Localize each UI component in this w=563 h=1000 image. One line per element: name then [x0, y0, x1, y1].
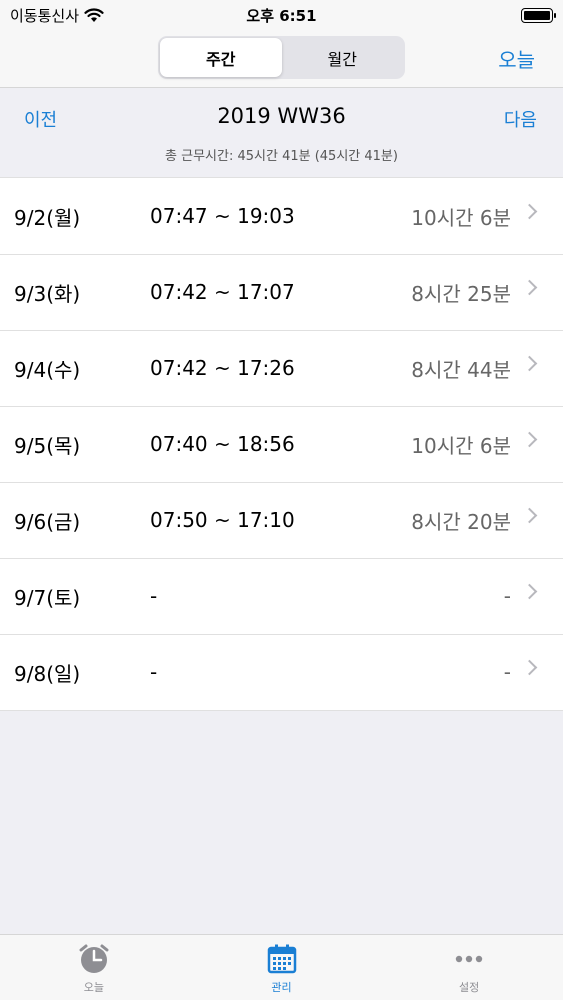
day-list: 9/2(월) 07:47 ~ 19:03 10시간 6분 9/3(화) 07:4…: [0, 177, 563, 711]
chevron-right-icon: [521, 431, 538, 448]
day-row[interactable]: 9/5(목) 07:40 ~ 18:56 10시간 6분: [0, 406, 563, 482]
navigation-header: 이동통신사 오후 6:51 주간 월간 오늘: [0, 0, 563, 88]
today-button[interactable]: 오늘: [498, 44, 535, 73]
more-dots-icon: [453, 943, 485, 975]
week-header: 이전 2019 WW36 다음 총 근무시간: 45시간 41분 (45시간 4…: [0, 88, 563, 177]
week-title: 2019 WW36: [217, 104, 346, 128]
work-duration: 8시간 20분: [411, 509, 511, 534]
chevron-right-icon: [521, 507, 538, 524]
clock-icon: [78, 943, 110, 975]
day-row[interactable]: 9/6(금) 07:50 ~ 17:10 8시간 20분: [0, 482, 563, 558]
day-label: 9/6(금): [14, 509, 81, 534]
time-range: 07:50 ~ 17:10: [150, 508, 295, 532]
week-total-hours: 총 근무시간: 45시간 41분 (45시간 41분): [165, 149, 398, 164]
day-label: 9/5(목): [14, 433, 81, 458]
day-label: 9/4(수): [14, 357, 81, 382]
time-range: 07:40 ~ 18:56: [150, 432, 295, 456]
time-range: 07:47 ~ 19:03: [150, 204, 295, 228]
tab-bar: 오늘 관리 설정: [0, 934, 563, 1000]
segment-weekly[interactable]: 주간: [160, 38, 282, 77]
tab-label: 설정: [459, 981, 480, 994]
day-row[interactable]: 9/3(화) 07:42 ~ 17:07 8시간 25분: [0, 254, 563, 330]
work-duration: 10시간 6분: [411, 205, 511, 230]
status-bar: 이동통신사 오후 6:51: [0, 0, 563, 30]
day-row[interactable]: 9/2(월) 07:47 ~ 19:03 10시간 6분: [0, 178, 563, 254]
tab-label: 관리: [271, 981, 292, 994]
work-duration: 10시간 6분: [411, 433, 511, 458]
period-segmented-control[interactable]: 주간 월간: [158, 36, 405, 79]
tab-label: 오늘: [83, 981, 104, 994]
time-range: -: [150, 660, 158, 684]
battery-icon: [521, 8, 556, 23]
chevron-right-icon: [521, 203, 538, 220]
tab-settings[interactable]: 설정: [375, 935, 563, 1000]
day-row[interactable]: 9/7(토) - -: [0, 558, 563, 634]
time-range: -: [150, 584, 158, 608]
work-duration: -: [503, 584, 511, 608]
work-duration: 8시간 25분: [411, 281, 511, 306]
time-range: 07:42 ~ 17:26: [150, 356, 295, 380]
day-row[interactable]: 9/4(수) 07:42 ~ 17:26 8시간 44분: [0, 330, 563, 406]
work-duration: -: [503, 660, 511, 684]
tab-today[interactable]: 오늘: [0, 935, 188, 1000]
day-row[interactable]: 9/8(일) - -: [0, 634, 563, 710]
chevron-right-icon: [521, 659, 538, 676]
work-duration: 8시간 44분: [411, 357, 511, 382]
time-range: 07:42 ~ 17:07: [150, 280, 295, 304]
tab-manage[interactable]: 관리: [188, 935, 376, 1000]
chevron-right-icon: [521, 355, 538, 372]
day-label: 9/8(일): [14, 661, 81, 686]
segment-monthly[interactable]: 월간: [282, 38, 404, 77]
next-week-button[interactable]: 다음: [504, 106, 537, 132]
status-time: 오후 6:51: [246, 7, 317, 25]
day-label: 9/7(토): [14, 585, 81, 610]
chevron-right-icon: [521, 279, 538, 296]
day-label: 9/2(월): [14, 205, 81, 230]
chevron-right-icon: [521, 583, 538, 600]
calendar-icon: [266, 943, 298, 975]
day-label: 9/3(화): [14, 281, 81, 306]
